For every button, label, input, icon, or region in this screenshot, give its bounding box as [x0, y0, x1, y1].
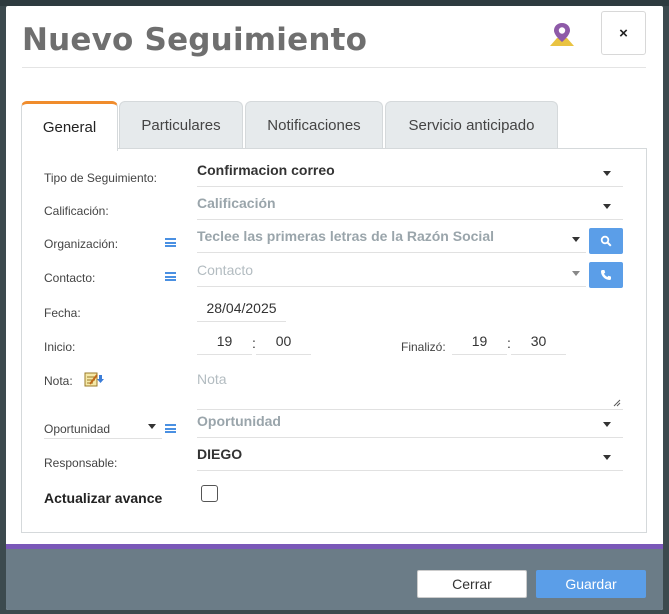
- oportunidad-type-label: Oportunidad: [44, 422, 111, 436]
- inicio-label: Inicio:: [44, 340, 76, 354]
- close-button[interactable]: ×: [601, 11, 646, 55]
- general-panel: Tipo de Seguimiento: Confirmacion correo…: [21, 148, 647, 533]
- tab-particulares[interactable]: Particulares: [119, 101, 243, 149]
- nuevo-seguimiento-modal: Nuevo Seguimiento × General Particulares…: [6, 6, 663, 610]
- caret-down-icon: [572, 271, 580, 276]
- inicio-hour-input[interactable]: 19: [197, 327, 252, 355]
- caret-down-icon: [572, 237, 580, 242]
- nota-placeholder: Nota: [197, 371, 227, 387]
- calificacion-select[interactable]: Calificación: [197, 187, 623, 220]
- finalizo-hour-input[interactable]: 19: [452, 327, 507, 355]
- modal-title: Nuevo Seguimiento: [22, 22, 368, 58]
- note-download-icon[interactable]: [84, 371, 105, 388]
- caret-down-icon: [603, 422, 611, 427]
- calificacion-label: Calificación:: [44, 204, 109, 218]
- caret-down-icon: [603, 455, 611, 460]
- responsable-label: Responsable:: [44, 456, 118, 470]
- caret-down-icon: [603, 204, 611, 209]
- oportunidad-select[interactable]: Oportunidad: [197, 405, 623, 438]
- list-icon[interactable]: [165, 272, 176, 281]
- organizacion-placeholder: Teclee las primeras letras de la Razón S…: [197, 228, 494, 244]
- phone-icon: [601, 270, 611, 280]
- caret-down-icon: [148, 424, 156, 429]
- finalizo-label: Finalizó:: [401, 340, 446, 354]
- inicio-minute-input[interactable]: 00: [256, 327, 311, 355]
- organizacion-select[interactable]: Teclee las primeras letras de la Razón S…: [197, 220, 586, 253]
- contacto-placeholder: Contacto: [197, 262, 254, 278]
- map-pin-icon[interactable]: [547, 20, 577, 50]
- actualizar-avance-checkbox[interactable]: [201, 485, 218, 502]
- tipo-seguimiento-value: Confirmacion correo: [197, 162, 335, 178]
- cerrar-button[interactable]: Cerrar: [417, 570, 527, 598]
- modal-footer: Cerrar Guardar: [6, 544, 663, 610]
- fecha-label: Fecha:: [44, 306, 81, 320]
- contacto-select[interactable]: Contacto: [197, 254, 586, 287]
- caret-down-icon: [603, 171, 611, 176]
- tipo-seguimiento-select[interactable]: Confirmacion correo: [197, 154, 623, 187]
- tipo-seguimiento-label: Tipo de Seguimiento:: [44, 171, 157, 185]
- organizacion-label: Organización:: [44, 237, 119, 251]
- search-organizacion-button[interactable]: [589, 228, 623, 254]
- tab-notificaciones[interactable]: Notificaciones: [245, 101, 383, 149]
- modal-header: Nuevo Seguimiento ×: [6, 6, 663, 68]
- phone-contacto-button[interactable]: [589, 262, 623, 288]
- nota-textarea[interactable]: Nota: [197, 360, 623, 410]
- fecha-input[interactable]: 28/04/2025: [197, 294, 286, 322]
- list-icon[interactable]: [165, 424, 176, 433]
- finalizo-minute-input[interactable]: 30: [511, 327, 566, 355]
- actualizar-avance-label: Actualizar avance: [44, 490, 163, 506]
- tab-servicio-anticipado[interactable]: Servicio anticipado: [385, 101, 558, 149]
- close-icon: ×: [619, 24, 628, 42]
- guardar-button[interactable]: Guardar: [536, 570, 646, 598]
- header-divider: [22, 67, 646, 68]
- list-icon[interactable]: [165, 238, 176, 247]
- calificacion-placeholder: Calificación: [197, 195, 276, 211]
- oportunidad-placeholder: Oportunidad: [197, 413, 281, 429]
- contacto-label: Contacto:: [44, 271, 96, 285]
- responsable-select[interactable]: DIEGO: [197, 438, 623, 471]
- responsable-value: DIEGO: [197, 446, 243, 462]
- search-icon: [600, 235, 612, 247]
- nota-label: Nota:: [44, 374, 73, 388]
- oportunidad-type-select[interactable]: Oportunidad: [44, 415, 162, 439]
- tab-general[interactable]: General: [21, 101, 118, 151]
